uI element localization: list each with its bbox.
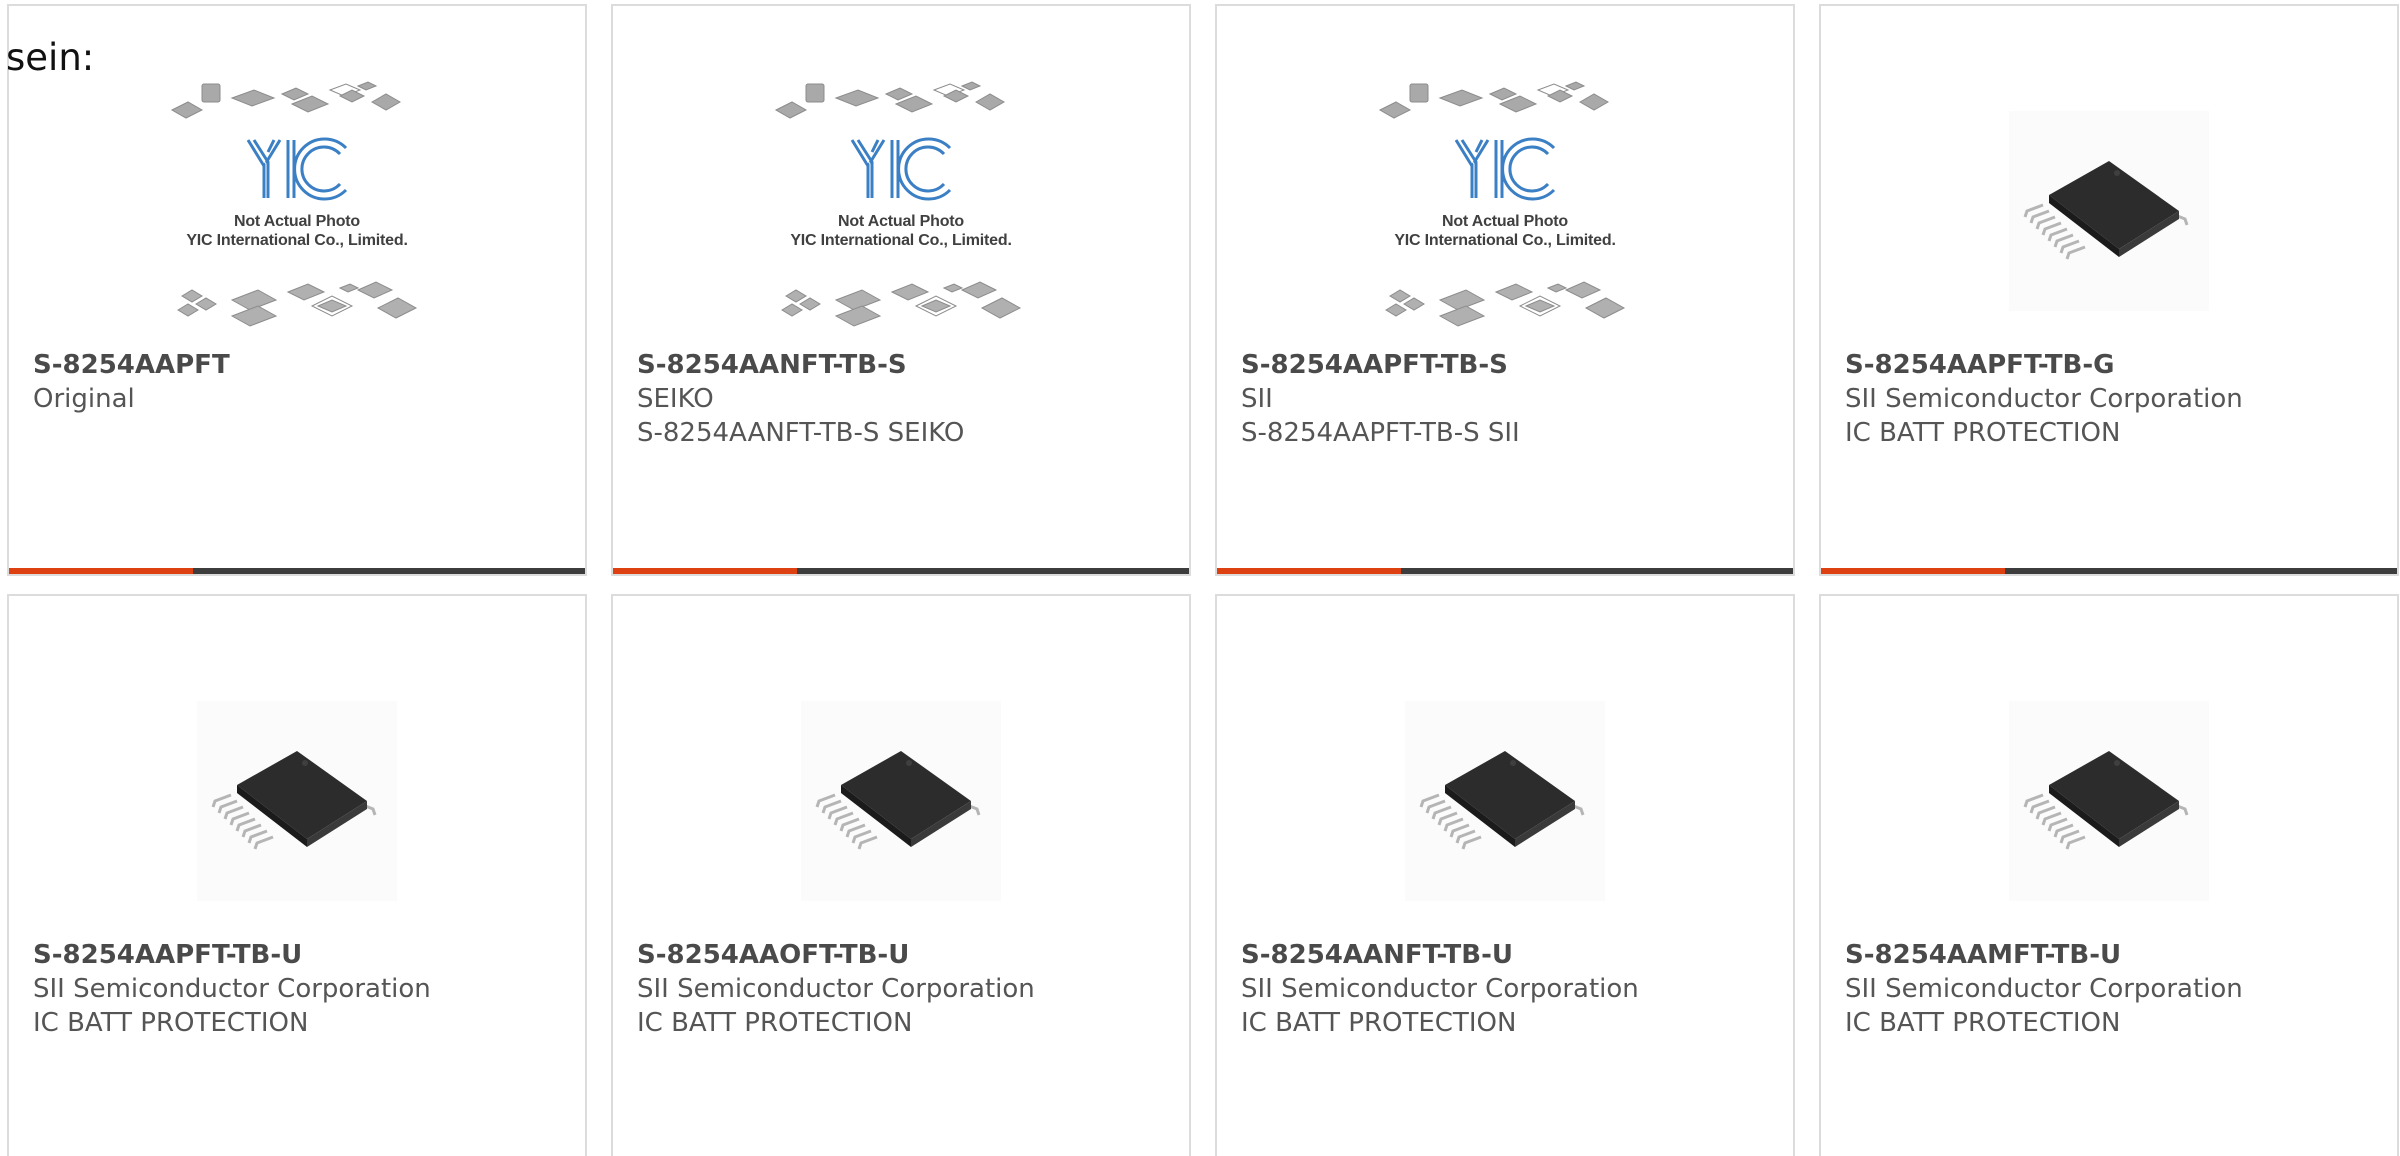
yic-logo-icon	[1454, 137, 1556, 201]
chip-photo	[2009, 701, 2209, 901]
product-info: S-8254AAPFT-TB-U SII Semiconductor Corpo…	[33, 938, 569, 1040]
progress-bar	[1217, 568, 1793, 574]
product-image[interactable]: Not Actual Photo YIC International Co., …	[9, 78, 585, 344]
product-card[interactable]: S-8254AANFT-TB-U SII Semiconductor Corpo…	[1215, 594, 1795, 1156]
part-number-link[interactable]: S-8254AANFT-TB-S	[637, 348, 1173, 382]
product-image[interactable]	[9, 668, 585, 934]
product-info: S-8254AAMFT-TB-U SII Semiconductor Corpo…	[1845, 938, 2381, 1040]
part-number-link[interactable]: S-8254AAPFT-TB-U	[33, 938, 569, 972]
chip-photo	[801, 701, 1001, 901]
description-text: S-8254AANFT-TB-S SEIKO	[637, 418, 965, 448]
lead-text: sein:	[6, 36, 95, 79]
manufacturer-text: SII Semiconductor Corporation	[1845, 974, 2243, 1004]
product-info: S-8254AAPFT Original	[33, 348, 569, 416]
placeholder-line-1: Not Actual Photo	[838, 213, 964, 230]
tssop-chip-icon	[1419, 751, 1585, 850]
placeholder-line-1: Not Actual Photo	[1442, 213, 1568, 230]
tssop-chip-icon	[2023, 161, 2189, 260]
product-card[interactable]: S-8254AAPFT-TB-U SII Semiconductor Corpo…	[7, 594, 587, 1156]
part-number-link[interactable]: S-8254AAPFT-TB-S	[1241, 348, 1777, 382]
part-number-link[interactable]: S-8254AAPFT	[33, 348, 569, 382]
product-info: S-8254AANFT-TB-S SEIKO S-8254AANFT-TB-S …	[637, 348, 1173, 450]
progress-bar-accent	[1217, 568, 1402, 574]
placeholder-line-2: YIC International Co., Limited.	[1394, 232, 1616, 249]
progress-bar-accent	[613, 568, 798, 574]
progress-bar	[613, 568, 1189, 574]
progress-bar-accent	[9, 568, 194, 574]
chip-collage-icon	[1378, 81, 1610, 119]
not-actual-photo-placeholder: Not Actual Photo YIC International Co., …	[1370, 80, 1640, 342]
description-text: IC BATT PROTECTION	[33, 1008, 309, 1038]
yic-logo-icon	[246, 137, 348, 201]
progress-bar-accent	[1821, 568, 2006, 574]
description-text: S-8254AAPFT-TB-S SII	[1241, 418, 1520, 448]
product-card[interactable]: S-8254AAMFT-TB-U SII Semiconductor Corpo…	[1819, 594, 2399, 1156]
part-number-link[interactable]: S-8254AAOFT-TB-U	[637, 938, 1173, 972]
chip-photo	[197, 701, 397, 901]
chip-photo	[2009, 111, 2209, 311]
product-image[interactable]: Not Actual Photo YIC International Co., …	[613, 78, 1189, 344]
chip-collage-icon	[170, 81, 402, 119]
product-card[interactable]: Not Actual Photo YIC International Co., …	[611, 4, 1191, 576]
part-number-link[interactable]: S-8254AAPFT-TB-G	[1845, 348, 2381, 382]
chip-collage-icon	[774, 81, 1006, 119]
part-number-link[interactable]: S-8254AANFT-TB-U	[1241, 938, 1777, 972]
product-listing-page: sein: Not Actual Photo YIC International…	[0, 0, 2400, 1156]
product-info: S-8254AAPFT-TB-G SII Semiconductor Corpo…	[1845, 348, 2381, 450]
chip-photo	[1405, 701, 1605, 901]
product-info: S-8254AAOFT-TB-U SII Semiconductor Corpo…	[637, 938, 1173, 1040]
manufacturer-text: SEIKO	[637, 384, 714, 414]
chip-collage-icon	[177, 281, 418, 327]
product-image[interactable]	[1821, 668, 2397, 934]
product-card[interactable]: Not Actual Photo YIC International Co., …	[7, 4, 587, 576]
tssop-chip-icon	[815, 751, 981, 850]
manufacturer-text: SII Semiconductor Corporation	[33, 974, 431, 1004]
tssop-chip-icon	[2023, 751, 2189, 850]
placeholder-line-2: YIC International Co., Limited.	[186, 232, 408, 249]
manufacturer-text: Original	[33, 384, 135, 414]
chip-collage-icon	[1385, 281, 1626, 327]
manufacturer-text: SII Semiconductor Corporation	[1241, 974, 1639, 1004]
part-number-link[interactable]: S-8254AAMFT-TB-U	[1845, 938, 2381, 972]
chip-collage-icon	[781, 281, 1022, 327]
product-info: S-8254AAPFT-TB-S SII S-8254AAPFT-TB-S SI…	[1241, 348, 1777, 450]
progress-bar	[1821, 568, 2397, 574]
not-actual-photo-placeholder: Not Actual Photo YIC International Co., …	[766, 80, 1036, 342]
product-image[interactable]	[1821, 78, 2397, 344]
tssop-chip-icon	[211, 751, 377, 850]
not-actual-photo-placeholder: Not Actual Photo YIC International Co., …	[162, 80, 432, 342]
manufacturer-text: SII Semiconductor Corporation	[637, 974, 1035, 1004]
placeholder-line-2: YIC International Co., Limited.	[790, 232, 1012, 249]
product-image[interactable]	[613, 668, 1189, 934]
product-card[interactable]: Not Actual Photo YIC International Co., …	[1215, 4, 1795, 576]
yic-logo-icon	[850, 137, 952, 201]
product-image[interactable]: Not Actual Photo YIC International Co., …	[1217, 78, 1793, 344]
description-text: IC BATT PROTECTION	[1845, 1008, 2121, 1038]
product-image[interactable]	[1217, 668, 1793, 934]
manufacturer-text: SII	[1241, 384, 1273, 414]
description-text: IC BATT PROTECTION	[637, 1008, 913, 1038]
product-grid: Not Actual Photo YIC International Co., …	[7, 4, 2400, 1156]
description-text: IC BATT PROTECTION	[1845, 418, 2121, 448]
description-text: IC BATT PROTECTION	[1241, 1008, 1517, 1038]
placeholder-line-1: Not Actual Photo	[234, 213, 360, 230]
product-card[interactable]: S-8254AAOFT-TB-U SII Semiconductor Corpo…	[611, 594, 1191, 1156]
product-card[interactable]: S-8254AAPFT-TB-G SII Semiconductor Corpo…	[1819, 4, 2399, 576]
progress-bar	[9, 568, 585, 574]
manufacturer-text: SII Semiconductor Corporation	[1845, 384, 2243, 414]
product-info: S-8254AANFT-TB-U SII Semiconductor Corpo…	[1241, 938, 1777, 1040]
